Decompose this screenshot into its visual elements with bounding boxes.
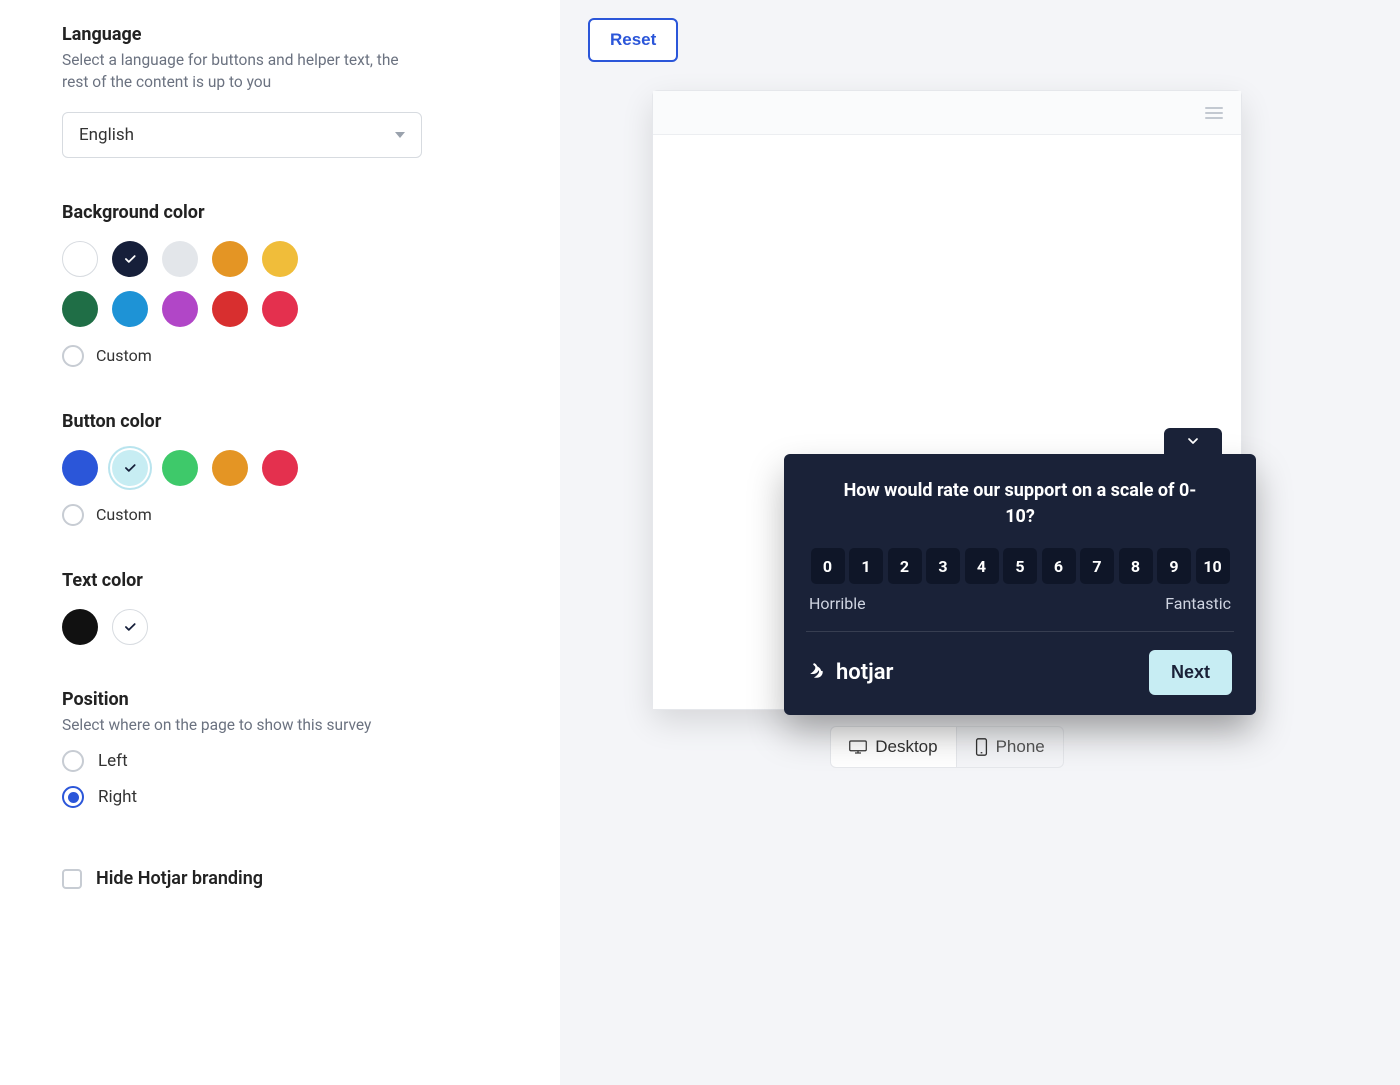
language-help: Select a language for buttons and helper… (62, 49, 402, 94)
scale-label-high: Fantastic (1165, 594, 1231, 613)
next-button[interactable]: Next (1149, 650, 1232, 695)
rating-option[interactable]: 3 (926, 548, 960, 584)
radio-icon (62, 345, 84, 367)
scale-labels: Horrible Fantastic (806, 594, 1234, 625)
settings-panel: Language Select a language for buttons a… (0, 0, 560, 1085)
hide-branding-label: Hide Hotjar branding (96, 868, 263, 889)
rating-option[interactable]: 5 (1003, 548, 1037, 584)
swatch[interactable] (62, 450, 98, 486)
swatch[interactable] (262, 291, 298, 327)
text-swatch-row (62, 609, 322, 645)
rating-scale: 012345678910 (806, 548, 1234, 584)
button-custom-label: Custom (96, 505, 152, 524)
preview-area: How would rate our support on a scale of… (588, 90, 1306, 768)
checkbox-icon (62, 869, 82, 889)
background-custom-label: Custom (96, 346, 152, 365)
swatch[interactable] (162, 450, 198, 486)
browser-frame: How would rate our support on a scale of… (652, 90, 1242, 710)
position-option[interactable]: Right (62, 786, 498, 808)
position-option-label: Right (98, 787, 137, 807)
swatch[interactable] (112, 291, 148, 327)
radio-icon (62, 750, 84, 772)
reset-button[interactable]: Reset (588, 18, 678, 62)
background-title: Background color (62, 202, 498, 223)
position-title: Position (62, 689, 498, 710)
device-phone-button[interactable]: Phone (957, 726, 1064, 768)
swatch[interactable] (212, 450, 248, 486)
section-background-color: Background color Custom (62, 202, 498, 367)
swatch[interactable] (162, 291, 198, 327)
button-swatch-row (62, 450, 322, 486)
scale-label-low: Horrible (809, 594, 866, 613)
rating-option[interactable]: 7 (1080, 548, 1114, 584)
hotjar-mark-icon (808, 663, 828, 683)
rating-option[interactable]: 4 (965, 548, 999, 584)
hotjar-logo: hotjar (808, 660, 893, 685)
swatch[interactable] (112, 241, 148, 277)
swatch[interactable] (112, 450, 148, 486)
button-color-title: Button color (62, 411, 498, 432)
rating-option[interactable]: 9 (1157, 548, 1191, 584)
swatch[interactable] (112, 609, 148, 645)
rating-option[interactable]: 1 (849, 548, 883, 584)
swatch[interactable] (262, 450, 298, 486)
section-language: Language Select a language for buttons a… (62, 24, 498, 158)
radio-icon (62, 786, 84, 808)
survey-card: How would rate our support on a scale of… (784, 454, 1256, 715)
survey-widget: How would rate our support on a scale of… (784, 454, 1256, 715)
survey-question: How would rate our support on a scale of… (840, 478, 1200, 530)
device-desktop-button[interactable]: Desktop (830, 726, 956, 768)
swatch[interactable] (262, 241, 298, 277)
language-select[interactable]: English (62, 112, 422, 158)
position-option-label: Left (98, 751, 128, 771)
section-button-color: Button color Custom (62, 411, 498, 526)
position-options: Left Right (62, 750, 498, 808)
button-custom-option[interactable]: Custom (62, 504, 498, 526)
preview-panel: Reset How would rate our support on a sc… (560, 0, 1400, 1085)
swatch[interactable] (212, 241, 248, 277)
language-title: Language (62, 24, 498, 45)
survey-footer: hotjar Next (806, 631, 1234, 715)
rating-option[interactable]: 2 (888, 548, 922, 584)
phone-icon (975, 738, 988, 756)
chevron-down-icon (395, 132, 405, 138)
desktop-icon (849, 740, 867, 754)
collapse-tab[interactable] (1164, 428, 1222, 454)
swatch[interactable] (62, 241, 98, 277)
section-position: Position Select where on the page to sho… (62, 689, 498, 808)
device-toggle: Desktop Phone (588, 726, 1306, 768)
rating-option[interactable]: 10 (1196, 548, 1230, 584)
swatch[interactable] (62, 291, 98, 327)
rating-option[interactable]: 0 (811, 548, 845, 584)
section-text-color: Text color (62, 570, 498, 645)
hamburger-icon (1205, 107, 1223, 119)
position-help: Select where on the page to show this su… (62, 714, 402, 736)
language-selected-value: English (79, 125, 134, 145)
chevron-down-icon (1185, 433, 1201, 449)
swatch[interactable] (62, 609, 98, 645)
rating-option[interactable]: 6 (1042, 548, 1076, 584)
device-phone-label: Phone (996, 737, 1045, 757)
background-custom-option[interactable]: Custom (62, 345, 498, 367)
swatch[interactable] (162, 241, 198, 277)
text-color-title: Text color (62, 570, 498, 591)
browser-bar (653, 91, 1241, 135)
radio-icon (62, 504, 84, 526)
language-select-wrap: English (62, 112, 498, 158)
position-option[interactable]: Left (62, 750, 498, 772)
hotjar-wordmark: hotjar (836, 660, 893, 685)
rating-option[interactable]: 8 (1119, 548, 1153, 584)
device-desktop-label: Desktop (875, 737, 937, 757)
background-swatch-row (62, 241, 322, 327)
hide-branding-option[interactable]: Hide Hotjar branding (62, 868, 498, 889)
swatch[interactable] (212, 291, 248, 327)
